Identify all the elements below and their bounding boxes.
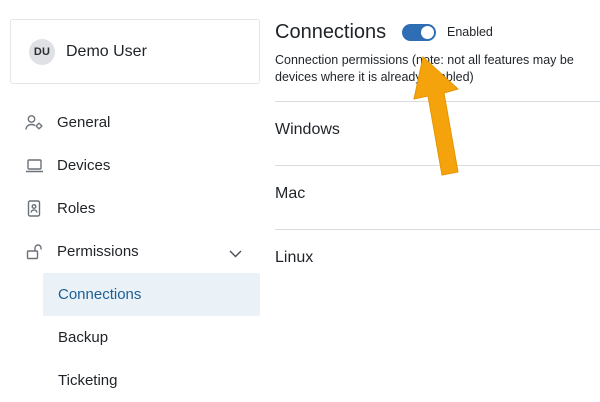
sidebar-subitem-backup[interactable]: Backup (43, 316, 260, 359)
os-row-windows[interactable]: Windows (275, 121, 340, 139)
divider (275, 229, 600, 230)
toggle-knob (421, 26, 434, 39)
toggle-label: Enabled (447, 25, 493, 39)
sidebar-item-permissions[interactable]: Permissions (20, 230, 260, 273)
divider (275, 101, 600, 102)
description-line: Connection permissions (note: not all fe… (275, 53, 574, 67)
id-badge-icon (24, 199, 44, 219)
chevron-down-icon[interactable] (229, 245, 242, 262)
sidebar-item-label: Roles (57, 200, 96, 217)
user-gear-icon (24, 113, 44, 133)
page-title: Connections (275, 21, 387, 43)
sidebar-subitem-ticketing[interactable]: Ticketing (43, 359, 260, 402)
sidebar-item-devices[interactable]: Devices (20, 144, 260, 187)
sidebar-item-general[interactable]: General (20, 101, 260, 144)
sidebar-subitem-label: Backup (58, 329, 109, 346)
sidebar-item-label: Permissions (57, 243, 139, 260)
user-name: Demo User (66, 42, 147, 60)
sidebar-item-roles[interactable]: Roles (20, 187, 260, 230)
sidebar-item-label: Devices (57, 157, 111, 174)
sidebar-item-label: General (57, 114, 111, 131)
user-card[interactable]: DU Demo User (10, 19, 260, 84)
avatar: DU (29, 38, 55, 65)
unlock-icon (24, 242, 44, 262)
sidebar-subitem-connections[interactable]: Connections (43, 273, 260, 316)
os-row-linux[interactable]: Linux (275, 249, 313, 267)
description-line: devices where it is already enabled) (275, 70, 474, 84)
sidebar-subitem-label: Ticketing (58, 372, 118, 389)
enabled-toggle[interactable] (402, 24, 436, 41)
os-row-mac[interactable]: Mac (275, 185, 305, 203)
permissions-description: Connection permissions (note: not all fe… (275, 52, 600, 86)
divider (275, 165, 600, 166)
sidebar-subitem-label: Connections (58, 286, 142, 303)
laptop-icon (24, 156, 44, 176)
